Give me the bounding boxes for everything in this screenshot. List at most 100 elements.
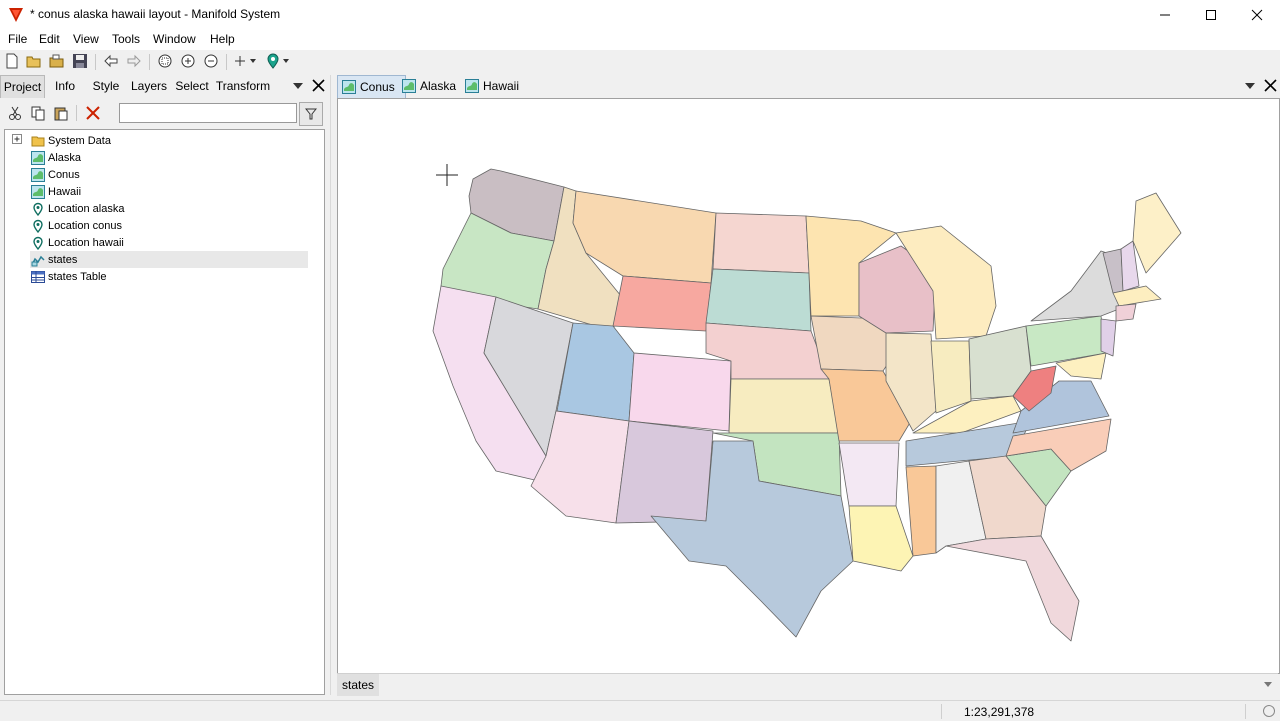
state-north-dakota [712, 212, 810, 274]
close-icon [1251, 9, 1263, 21]
filter-input[interactable] [119, 103, 297, 123]
filter-icon [305, 108, 317, 120]
tab-label: Alaska [420, 79, 457, 93]
state-new-jersey [1100, 318, 1117, 357]
tree-item-system-data[interactable]: System Data [30, 132, 308, 149]
tree-item-label: Conus [48, 168, 80, 181]
tree-item-label: Location hawaii [48, 236, 124, 249]
maximize-button[interactable] [1188, 0, 1234, 30]
maximize-icon [1206, 10, 1216, 20]
tree-item-label: Hawaii [48, 185, 82, 198]
tree-item-label: Location alaska [48, 202, 125, 215]
state-maine [1132, 192, 1182, 274]
map-icon [31, 167, 45, 182]
tree-item-label: Alaska [48, 151, 82, 164]
tab-select[interactable]: Select [172, 75, 212, 97]
tree-item-label: states [48, 253, 78, 266]
close-button[interactable] [1234, 0, 1280, 30]
tab-label: Hawaii [483, 79, 520, 93]
save-icon[interactable] [72, 53, 88, 69]
map-icon [31, 150, 45, 165]
tab-style[interactable]: Style [87, 75, 125, 97]
tree-item-label: Location conus [48, 219, 122, 232]
menu-tools[interactable]: Tools [112, 32, 140, 46]
layer-tab-states[interactable]: states [337, 674, 379, 696]
layer-tabs: states [337, 673, 1278, 696]
menu-help[interactable]: Help [210, 32, 235, 46]
filter-button[interactable] [299, 102, 323, 126]
map-icon [31, 184, 45, 199]
zoom-out-icon[interactable] [203, 53, 219, 69]
add-dropdown-icon[interactable] [248, 53, 258, 69]
tab-conus[interactable]: Conus [337, 75, 406, 99]
state-florida [945, 535, 1080, 642]
forward-icon[interactable] [126, 53, 142, 69]
title-bar: * conus alaska hawaii layout - Manifold … [0, 0, 1280, 30]
tree-item-alaska[interactable]: Alaska [30, 149, 308, 166]
location-dropdown-icon[interactable] [281, 53, 291, 69]
project-tree: System Data Alaska Conus Hawaii Location… [4, 129, 325, 695]
tree-item-states-table[interactable]: states Table [30, 268, 308, 285]
window-close-icon[interactable] [1264, 79, 1277, 92]
location-icon [33, 236, 43, 250]
tab-info[interactable]: Info [45, 75, 85, 97]
back-icon[interactable] [103, 53, 119, 69]
tree-item-hawaii[interactable]: Hawaii [30, 183, 308, 200]
copy-icon[interactable] [30, 105, 46, 121]
panel-menu-icon[interactable] [292, 81, 304, 91]
tab-alaska[interactable]: Alaska [398, 75, 466, 97]
add-icon[interactable] [232, 53, 248, 69]
map-icon [465, 79, 479, 93]
state-colorado [628, 352, 732, 432]
crosshair-cursor [436, 164, 458, 186]
state-wyoming [612, 275, 712, 332]
menu-view[interactable]: View [73, 32, 99, 46]
toolbar [0, 50, 1280, 72]
state-kansas [728, 378, 840, 434]
tree-item-label: states Table [48, 270, 107, 283]
zoom-in-icon[interactable] [180, 53, 196, 69]
tree-item-location-conus[interactable]: Location conus [30, 217, 308, 234]
open-folder-icon[interactable] [49, 53, 65, 69]
map-icon [342, 80, 356, 94]
location-icon[interactable] [265, 53, 281, 69]
open-icon[interactable] [26, 53, 42, 69]
location-icon [33, 219, 43, 233]
delete-icon[interactable] [85, 105, 101, 121]
tree-item-states[interactable]: states [30, 251, 308, 268]
map-icon [402, 79, 416, 93]
tabs-menu-icon[interactable] [1244, 81, 1256, 91]
new-icon[interactable] [4, 53, 20, 69]
app-logo-icon [9, 8, 23, 22]
scale-readout: 1:23,291,378 [964, 705, 1035, 719]
state-louisiana [848, 505, 914, 572]
tab-hawaii[interactable]: Hawaii [461, 75, 531, 97]
tree-item-location-alaska[interactable]: Location alaska [30, 200, 308, 217]
tree-item-location-hawaii[interactable]: Location hawaii [30, 234, 308, 251]
status-bar: 1:23,291,378 [0, 700, 1280, 721]
map-view[interactable] [337, 98, 1280, 674]
paste-icon[interactable] [53, 105, 69, 121]
panel-close-icon[interactable] [312, 79, 325, 92]
cut-icon[interactable] [7, 105, 23, 121]
us-states-map[interactable] [338, 99, 1279, 673]
state-new-mexico [615, 420, 714, 524]
menu-window[interactable]: Window [153, 32, 196, 46]
layer-tabs-menu-icon[interactable] [1263, 680, 1273, 690]
tab-layers[interactable]: Layers [129, 75, 169, 97]
panel-splitter[interactable] [330, 75, 331, 695]
state-mississippi [905, 465, 937, 557]
expand-icon[interactable] [12, 134, 23, 145]
tab-transform[interactable]: Transform [214, 75, 272, 97]
tab-project[interactable]: Project [0, 75, 45, 98]
state-south-dakota [705, 268, 812, 332]
state-indiana [930, 340, 972, 414]
minimize-icon [1160, 14, 1170, 16]
tree-item-conus[interactable]: Conus [30, 166, 308, 183]
menu-edit[interactable]: Edit [39, 32, 60, 46]
minimize-button[interactable] [1142, 0, 1188, 30]
window-title: * conus alaska hawaii layout - Manifold … [30, 7, 281, 21]
menu-bar: File Edit View Tools Window Help [0, 30, 1280, 50]
menu-file[interactable]: File [8, 32, 27, 46]
zoom-window-icon[interactable] [157, 53, 173, 69]
